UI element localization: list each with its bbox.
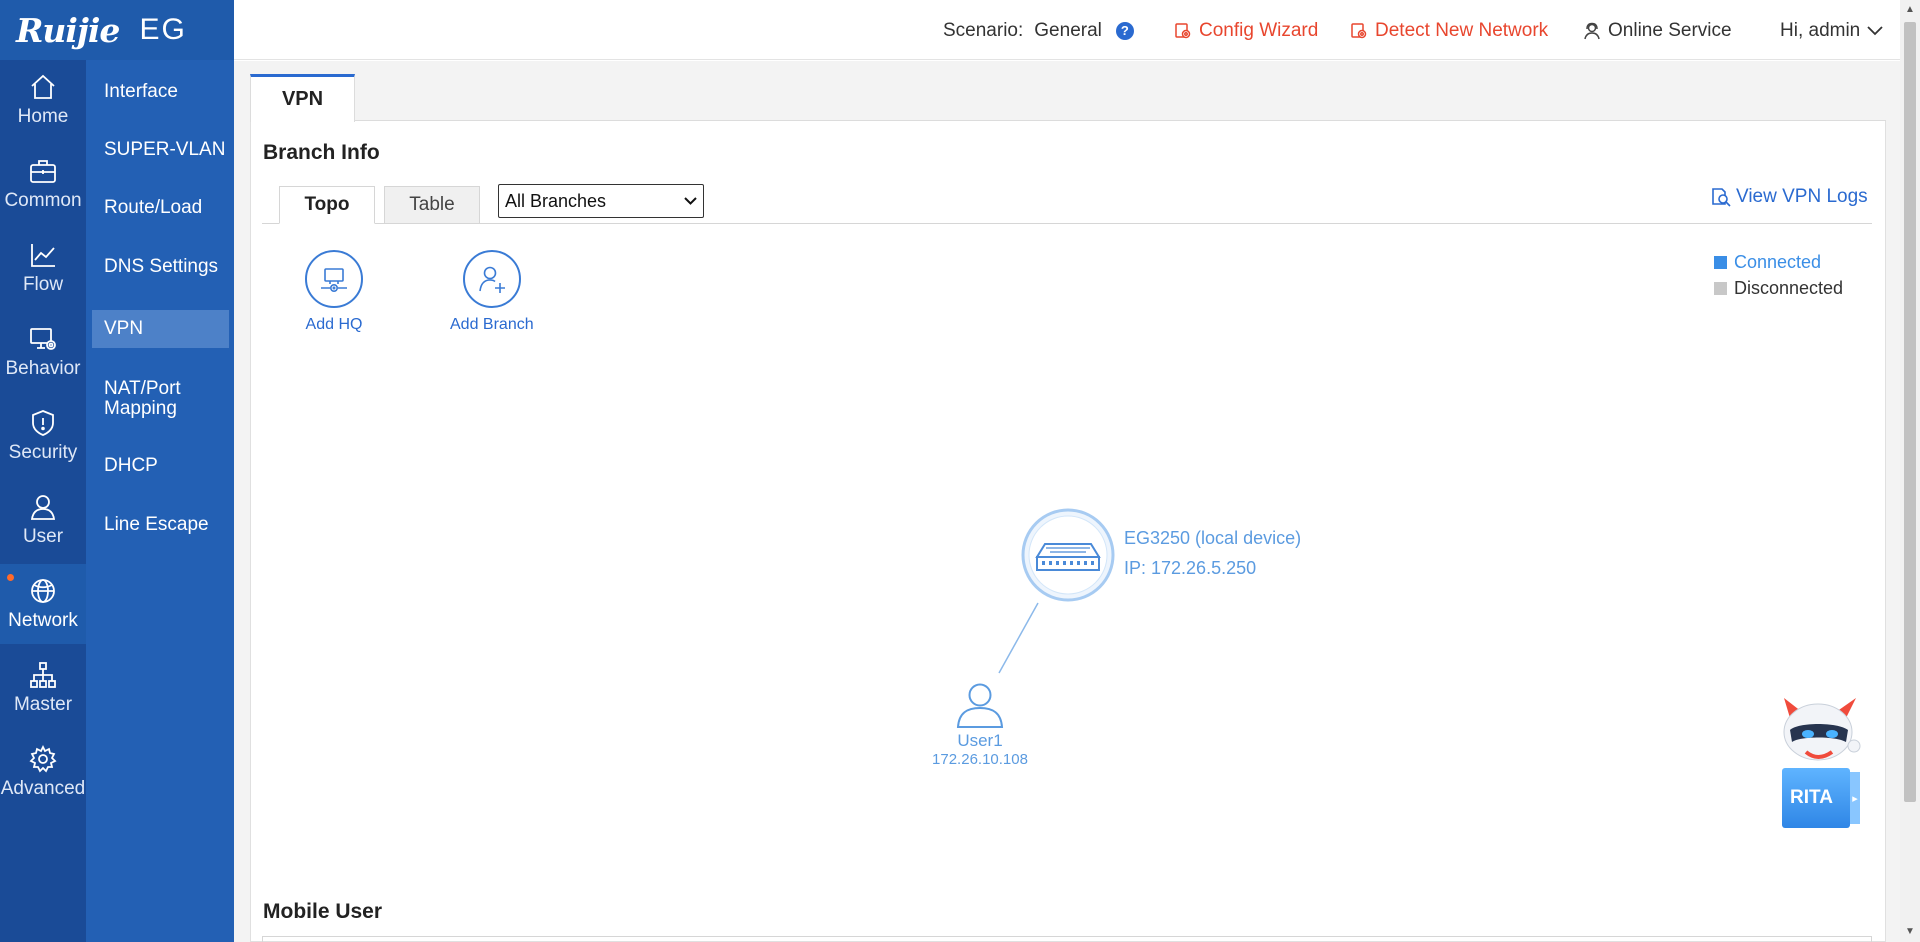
rita-label: RITA (1790, 787, 1833, 808)
rita-expand-icon: ▸ (1850, 772, 1860, 824)
rita-assistant-button[interactable]: RITA ▸ (1776, 696, 1862, 830)
user-node-icon[interactable] (956, 683, 1004, 728)
router-icon (1035, 543, 1101, 571)
mobile-user-table (262, 936, 1872, 942)
topology-link (998, 602, 1039, 674)
local-device-node[interactable] (1021, 508, 1115, 602)
mobile-user-title: Mobile User (263, 900, 383, 923)
device-name: EG3250 (local device) (1124, 528, 1302, 548)
topology-canvas (956, 508, 1115, 728)
scroll-up-arrow-icon[interactable]: ▲ (1904, 4, 1916, 16)
tab-topo[interactable]: Topo (279, 186, 375, 224)
user-name: User1 (957, 731, 1003, 750)
scrollbar-thumb[interactable] (1904, 22, 1916, 802)
user-ip: 172.26.10.108 (932, 751, 1028, 768)
rita-box: RITA (1782, 768, 1850, 828)
scroll-down-arrow-icon[interactable]: ▼ (1904, 926, 1916, 938)
device-ip: IP: 172.26.5.250 (1124, 558, 1257, 578)
